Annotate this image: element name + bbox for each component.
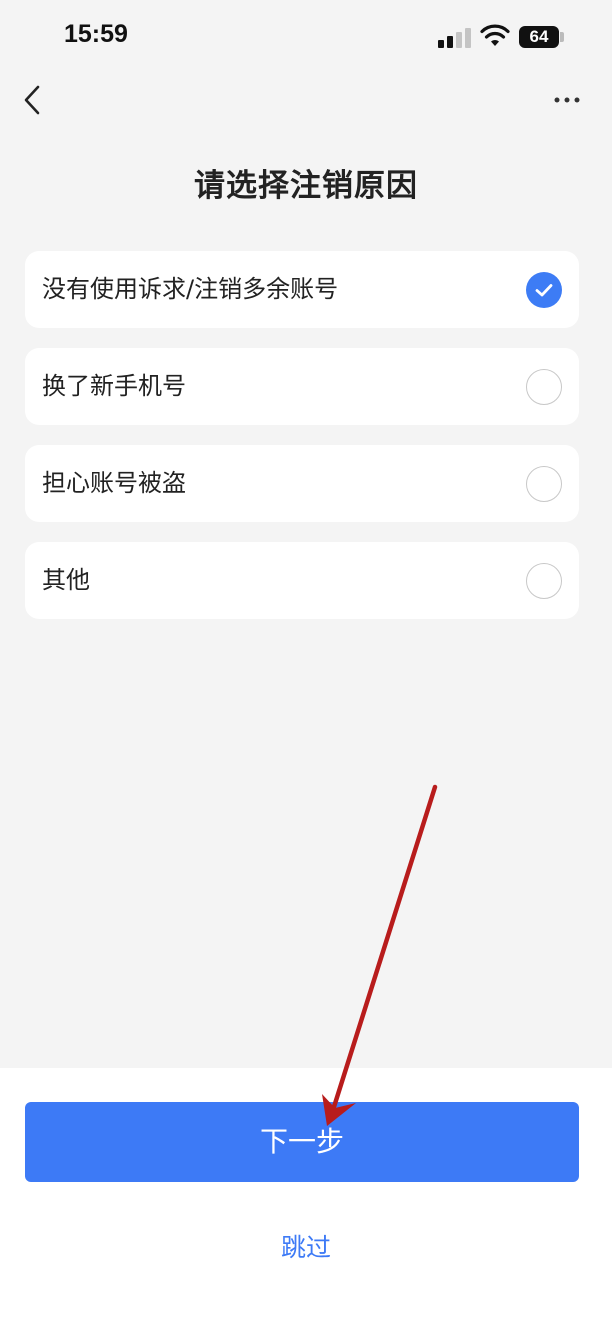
signal-icon	[438, 28, 472, 48]
more-horizontal-icon[interactable]	[554, 92, 580, 108]
option-label: 没有使用诉求/注销多余账号	[42, 275, 339, 303]
status-bar: 15:59 64	[0, 0, 612, 72]
skip-link[interactable]: 跳过	[0, 1228, 612, 1264]
radio-checked-icon[interactable]	[526, 272, 562, 308]
option-label: 其他	[42, 566, 90, 594]
battery-cap	[560, 32, 564, 42]
option-label: 换了新手机号	[42, 372, 186, 400]
reason-option-other[interactable]: 其他	[25, 542, 579, 619]
chevron-left-icon[interactable]	[16, 82, 50, 118]
reason-options-list: 没有使用诉求/注销多余账号 换了新手机号 担心账号被盗 其他	[25, 251, 579, 639]
checkmark-icon	[535, 284, 553, 297]
reason-option-new-phone[interactable]: 换了新手机号	[25, 348, 579, 425]
reason-option-no-need[interactable]: 没有使用诉求/注销多余账号	[25, 251, 579, 328]
battery-icon: 64	[519, 26, 559, 48]
reason-option-account-theft[interactable]: 担心账号被盗	[25, 445, 579, 522]
radio-unchecked-icon[interactable]	[526, 563, 562, 599]
page-title: 请选择注销原因	[194, 168, 418, 204]
radio-unchecked-icon[interactable]	[526, 369, 562, 405]
wifi-icon	[480, 24, 510, 46]
account-cancellation-screen: 15:59 64 请选择注销原因 没有使用诉求/注销多余账号 换了新手机号 担心…	[0, 0, 612, 1317]
bottom-action-panel: 下一步 跳过	[0, 1068, 612, 1317]
next-step-button[interactable]: 下一步	[25, 1102, 579, 1182]
status-time: 15:59	[64, 20, 128, 48]
option-label: 担心账号被盗	[42, 469, 186, 497]
radio-unchecked-icon[interactable]	[526, 466, 562, 502]
